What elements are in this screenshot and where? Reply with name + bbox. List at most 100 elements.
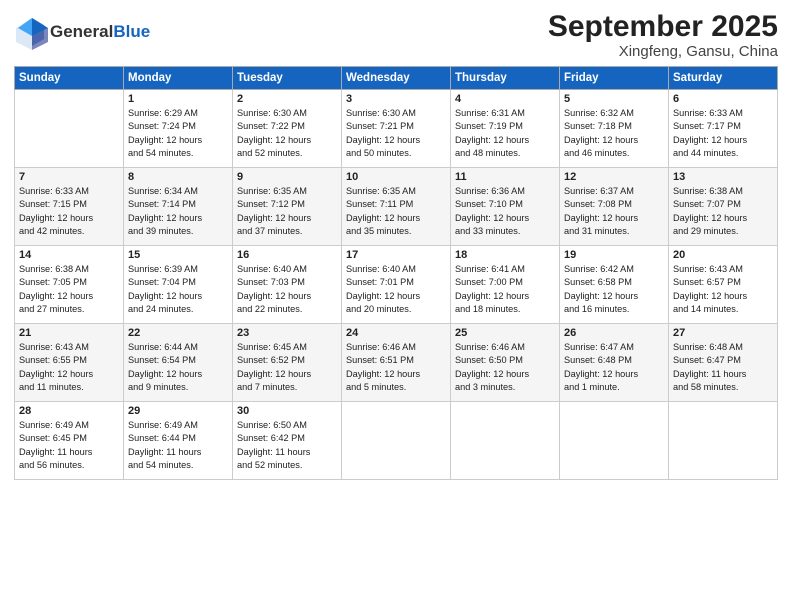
day-info: Sunrise: 6:49 AM Sunset: 6:44 PM Dayligh… (128, 419, 228, 472)
day-info: Sunrise: 6:34 AM Sunset: 7:14 PM Dayligh… (128, 185, 228, 238)
week-row-4: 21Sunrise: 6:43 AM Sunset: 6:55 PM Dayli… (15, 324, 778, 402)
day-number: 9 (237, 171, 337, 183)
calendar-cell: 27Sunrise: 6:48 AM Sunset: 6:47 PM Dayli… (669, 324, 778, 402)
day-number: 2 (237, 93, 337, 105)
day-info: Sunrise: 6:47 AM Sunset: 6:48 PM Dayligh… (564, 341, 664, 394)
calendar-table: SundayMondayTuesdayWednesdayThursdayFrid… (14, 66, 778, 480)
calendar-cell: 9Sunrise: 6:35 AM Sunset: 7:12 PM Daylig… (233, 168, 342, 246)
calendar-cell (15, 90, 124, 168)
calendar-header-row: SundayMondayTuesdayWednesdayThursdayFrid… (15, 67, 778, 90)
day-number: 7 (19, 171, 119, 183)
calendar-cell: 13 Sunrise: 6:38 AM Sunset: 7:07 PM Dayli… (669, 168, 778, 246)
day-info: Sunrise: 6:35 AM Sunset: 7:11 PM Dayligh… (346, 185, 446, 238)
day-number: 18 (455, 249, 555, 261)
calendar-cell: 6 Sunrise: 6:33 AM Sunset: 7:17 PM Daylig… (669, 90, 778, 168)
week-row-1: 1 Sunrise: 6:29 AM Sunset: 7:24 PM Daylig… (15, 90, 778, 168)
calendar-cell: 26 Sunrise: 6:47 AM Sunset: 6:48 PM Dayli… (560, 324, 669, 402)
day-number: 10 (346, 171, 446, 183)
day-info: Sunrise: 6:31 AM Sunset: 7:19 PM Dayligh… (455, 107, 555, 160)
calendar-cell: 18Sunrise: 6:41 AM Sunset: 7:00 PM Dayli… (451, 246, 560, 324)
logo-text: GeneralBlue (50, 22, 150, 42)
day-info: Sunrise: 6:30 AM Sunset: 7:22 PM Dayligh… (237, 107, 337, 160)
calendar-cell: 20Sunrise: 6:43 AM Sunset: 6:57 PM Dayli… (669, 246, 778, 324)
col-header-saturday: Saturday (669, 67, 778, 90)
calendar-cell (669, 402, 778, 480)
calendar-cell: 8 Sunrise: 6:34 AM Sunset: 7:14 PM Daylig… (124, 168, 233, 246)
day-number: 19 (564, 249, 664, 261)
calendar-cell: 12Sunrise: 6:37 AM Sunset: 7:08 PM Dayli… (560, 168, 669, 246)
day-info: Sunrise: 6:45 AM Sunset: 6:52 PM Dayligh… (237, 341, 337, 394)
day-info: Sunrise: 6:48 AM Sunset: 6:47 PM Dayligh… (673, 341, 773, 394)
title-block: September 2025 Xingfeng, Gansu, China (548, 10, 778, 60)
col-header-friday: Friday (560, 67, 669, 90)
calendar-cell: 30Sunrise: 6:50 AM Sunset: 6:42 PM Dayli… (233, 402, 342, 480)
col-header-wednesday: Wednesday (342, 67, 451, 90)
calendar-cell: 15 Sunrise: 6:39 AM Sunset: 7:04 PM Dayli… (124, 246, 233, 324)
day-number: 25 (455, 327, 555, 339)
day-number: 28 (19, 405, 119, 417)
day-number: 17 (346, 249, 446, 261)
calendar-cell (342, 402, 451, 480)
day-number: 16 (237, 249, 337, 261)
location-subtitle: Xingfeng, Gansu, China (548, 43, 778, 60)
day-number: 1 (128, 93, 228, 105)
day-number: 22 (128, 327, 228, 339)
day-info: Sunrise: 6:39 AM Sunset: 7:04 PM Dayligh… (128, 263, 228, 316)
day-info: Sunrise: 6:43 AM Sunset: 6:55 PM Dayligh… (19, 341, 119, 394)
col-header-monday: Monday (124, 67, 233, 90)
calendar-cell: 3 Sunrise: 6:30 AM Sunset: 7:21 PM Daylig… (342, 90, 451, 168)
calendar-cell: 10 Sunrise: 6:35 AM Sunset: 7:11 PM Dayli… (342, 168, 451, 246)
day-info: Sunrise: 6:30 AM Sunset: 7:21 PM Dayligh… (346, 107, 446, 160)
day-number: 23 (237, 327, 337, 339)
day-info: Sunrise: 6:38 AM Sunset: 7:07 PM Dayligh… (673, 185, 773, 238)
month-title: September 2025 (548, 10, 778, 43)
logo: GeneralBlue (14, 14, 150, 50)
calendar-cell: 22 Sunrise: 6:44 AM Sunset: 6:54 PM Dayli… (124, 324, 233, 402)
day-info: Sunrise: 6:36 AM Sunset: 7:10 PM Dayligh… (455, 185, 555, 238)
calendar-cell: 5Sunrise: 6:32 AM Sunset: 7:18 PM Daylig… (560, 90, 669, 168)
calendar-cell: 25 Sunrise: 6:46 AM Sunset: 6:50 PM Dayli… (451, 324, 560, 402)
day-info: Sunrise: 6:42 AM Sunset: 6:58 PM Dayligh… (564, 263, 664, 316)
calendar-cell: 17 Sunrise: 6:40 AM Sunset: 7:01 PM Dayli… (342, 246, 451, 324)
calendar-cell: 16 Sunrise: 6:40 AM Sunset: 7:03 PM Dayli… (233, 246, 342, 324)
calendar-cell: 14 Sunrise: 6:38 AM Sunset: 7:05 PM Dayli… (15, 246, 124, 324)
day-number: 15 (128, 249, 228, 261)
calendar-cell: 29 Sunrise: 6:49 AM Sunset: 6:44 PM Dayli… (124, 402, 233, 480)
day-number: 4 (455, 93, 555, 105)
day-info: Sunrise: 6:29 AM Sunset: 7:24 PM Dayligh… (128, 107, 228, 160)
day-number: 12 (564, 171, 664, 183)
day-number: 6 (673, 93, 773, 105)
day-number: 14 (19, 249, 119, 261)
day-info: Sunrise: 6:43 AM Sunset: 6:57 PM Dayligh… (673, 263, 773, 316)
day-info: Sunrise: 6:40 AM Sunset: 7:01 PM Dayligh… (346, 263, 446, 316)
day-info: Sunrise: 6:33 AM Sunset: 7:15 PM Dayligh… (19, 185, 119, 238)
calendar-cell: 21Sunrise: 6:43 AM Sunset: 6:55 PM Dayli… (15, 324, 124, 402)
day-info: Sunrise: 6:49 AM Sunset: 6:45 PM Dayligh… (19, 419, 119, 472)
day-info: Sunrise: 6:32 AM Sunset: 7:18 PM Dayligh… (564, 107, 664, 160)
week-row-5: 28 Sunrise: 6:49 AM Sunset: 6:45 PM Dayli… (15, 402, 778, 480)
day-info: Sunrise: 6:46 AM Sunset: 6:51 PM Dayligh… (346, 341, 446, 394)
calendar-cell: 1 Sunrise: 6:29 AM Sunset: 7:24 PM Daylig… (124, 90, 233, 168)
col-header-tuesday: Tuesday (233, 67, 342, 90)
day-number: 26 (564, 327, 664, 339)
day-number: 8 (128, 171, 228, 183)
day-number: 30 (237, 405, 337, 417)
day-number: 29 (128, 405, 228, 417)
col-header-thursday: Thursday (451, 67, 560, 90)
logo-icon (14, 14, 50, 50)
day-info: Sunrise: 6:44 AM Sunset: 6:54 PM Dayligh… (128, 341, 228, 394)
day-info: Sunrise: 6:46 AM Sunset: 6:50 PM Dayligh… (455, 341, 555, 394)
day-info: Sunrise: 6:38 AM Sunset: 7:05 PM Dayligh… (19, 263, 119, 316)
calendar-cell: 4 Sunrise: 6:31 AM Sunset: 7:19 PM Daylig… (451, 90, 560, 168)
day-number: 3 (346, 93, 446, 105)
col-header-sunday: Sunday (15, 67, 124, 90)
day-info: Sunrise: 6:33 AM Sunset: 7:17 PM Dayligh… (673, 107, 773, 160)
day-info: Sunrise: 6:40 AM Sunset: 7:03 PM Dayligh… (237, 263, 337, 316)
calendar-cell: 2 Sunrise: 6:30 AM Sunset: 7:22 PM Daylig… (233, 90, 342, 168)
calendar-cell: 19 Sunrise: 6:42 AM Sunset: 6:58 PM Dayli… (560, 246, 669, 324)
calendar-cell (451, 402, 560, 480)
header: GeneralBlue September 2025 Xingfeng, Gan… (14, 10, 778, 60)
week-row-3: 14 Sunrise: 6:38 AM Sunset: 7:05 PM Dayli… (15, 246, 778, 324)
day-number: 13 (673, 171, 773, 183)
calendar-cell: 23 Sunrise: 6:45 AM Sunset: 6:52 PM Dayli… (233, 324, 342, 402)
